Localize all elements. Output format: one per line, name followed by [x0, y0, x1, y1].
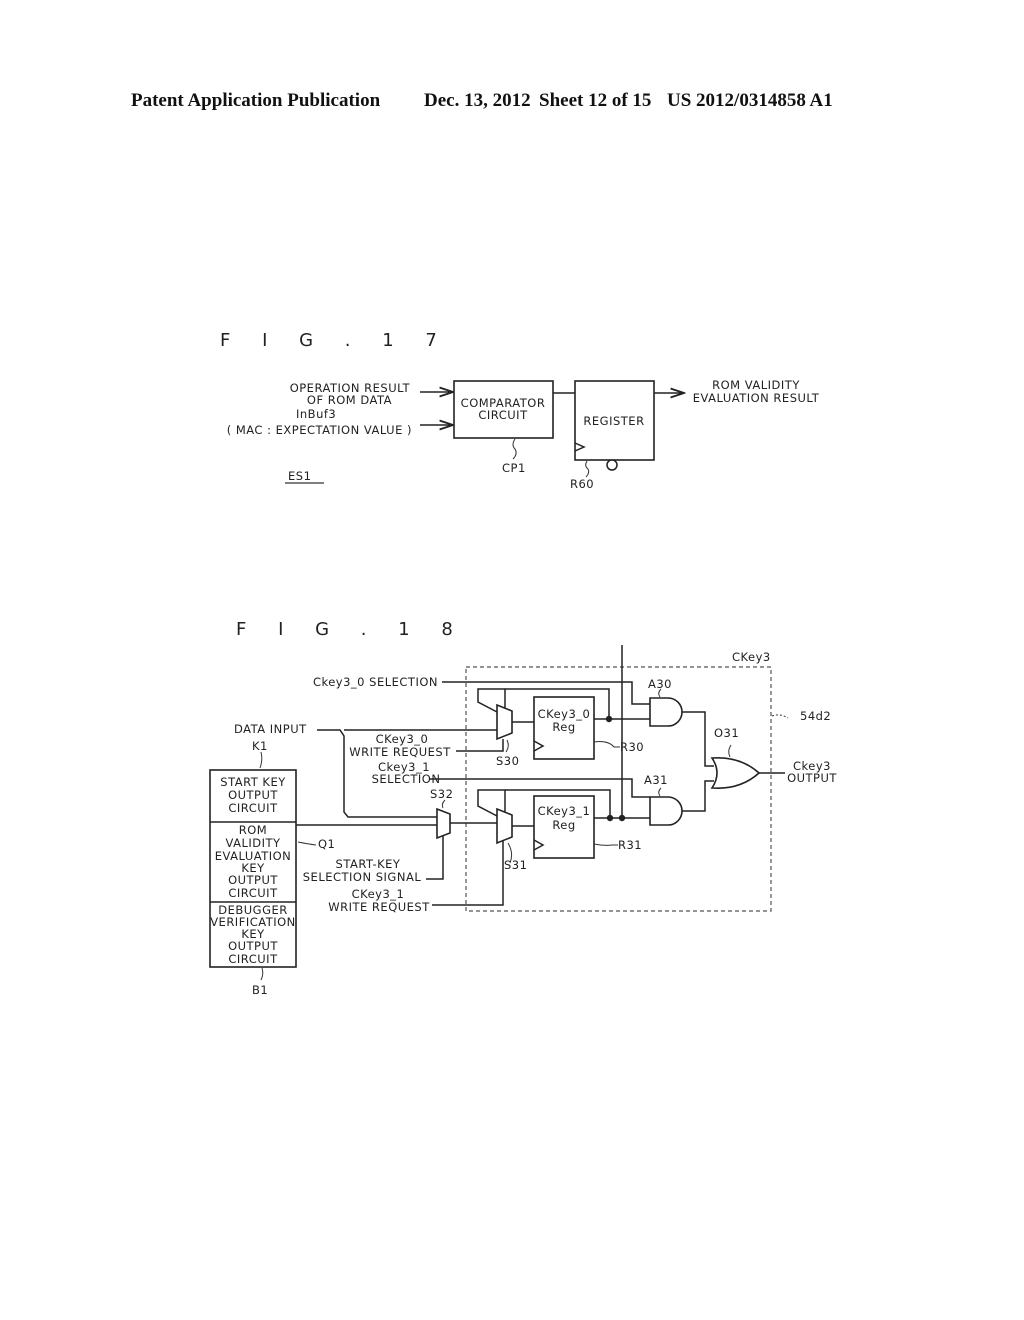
o31-leader	[728, 744, 732, 758]
fig17-input2-label-2: ( MAC : EXPECTATION VALUE )	[227, 423, 412, 437]
cp1-leader	[512, 438, 517, 460]
debugger-circuit-label-4: OUTPUT	[228, 939, 278, 953]
wr0-wire	[456, 739, 504, 752]
ckey3-output-label-2: OUTPUT	[787, 771, 837, 785]
wr0-label-2: WRITE REQUEST	[349, 745, 451, 759]
fig18-title: F I G . 1 8	[236, 619, 466, 640]
s30-leader	[505, 739, 509, 753]
cp1-ref: CP1	[502, 461, 526, 475]
r30-ref: R30	[620, 740, 644, 754]
reg0-label-2: Reg	[552, 720, 575, 734]
fig17: F I G . 1 7 OPERATION RESULT OF ROM DATA…	[220, 330, 820, 491]
fig18: F I G . 1 8 CKey3 54d2 Ckey3_0 SELECTION…	[209, 619, 837, 997]
s32-mux	[436, 807, 451, 840]
junction-dot	[606, 814, 614, 822]
start-key-circuit-label: START KEY	[220, 775, 286, 789]
fig17-input2-label: InBuf3	[296, 407, 336, 421]
startkey-sel-wire	[426, 836, 444, 880]
s30-mux	[496, 703, 513, 741]
block-id-ref: 54d2	[800, 709, 831, 723]
fig17-title: F I G . 1 7	[220, 330, 450, 351]
a31-to-o31	[682, 780, 714, 812]
es1-ref: ES1	[288, 469, 311, 483]
junction-dot	[605, 715, 613, 723]
rom-validity-circuit-label-2: VALIDITY	[225, 836, 281, 850]
rom-validity-circuit-label-5: OUTPUT	[228, 873, 278, 887]
wr1-label: CKey3_1	[352, 887, 405, 901]
r30-leader	[593, 741, 620, 748]
rom-validity-circuit-label-6: CIRCUIT	[228, 886, 278, 900]
wr1-label-2: WRITE REQUEST	[328, 900, 430, 914]
54d2-leader	[771, 714, 789, 719]
b1-ref: B1	[252, 983, 268, 997]
a30-to-o31	[682, 711, 714, 767]
register-label: REGISTER	[583, 414, 644, 428]
register-reset-bubble-icon	[606, 459, 618, 471]
o31-ref: O31	[714, 726, 739, 740]
b1-leader	[260, 967, 264, 981]
sel1-wire	[430, 778, 650, 798]
reg1-label-2: Reg	[552, 818, 575, 832]
k1-leader	[259, 751, 263, 769]
start-key-circuit-label-2: OUTPUT	[228, 788, 278, 802]
r31-leader	[593, 843, 618, 846]
wr0-label: CKey3_0	[376, 732, 429, 746]
a31-and-gate	[649, 796, 683, 826]
fig17-input1-label-2: OF ROM DATA	[307, 393, 392, 407]
s31-mux	[496, 807, 513, 845]
ckey3-block-boundary	[465, 666, 772, 912]
r60-ref: R60	[570, 477, 594, 491]
a31-ref: A31	[644, 773, 668, 787]
a31-leader	[658, 787, 662, 797]
r60-leader	[585, 460, 590, 478]
s30-ref: S30	[496, 754, 519, 768]
s32-ref: S32	[430, 787, 453, 801]
q1-ref: Q1	[318, 837, 335, 851]
q1-leader	[297, 841, 317, 846]
o31-or-gate	[710, 756, 761, 790]
ckey3-block-ref: CKey3	[732, 650, 771, 664]
startkey-sel-label-2: SELECTION SIGNAL	[303, 870, 422, 884]
patent-figures: F I G . 1 7 OPERATION RESULT OF ROM DATA…	[209, 330, 837, 997]
fig17-output-label: ROM VALIDITY	[712, 378, 800, 392]
s31-ref: S31	[504, 858, 527, 872]
sel0-label: Ckey3_0 SELECTION	[313, 675, 438, 689]
reg0-label: CKey3_0	[538, 707, 591, 721]
startkey-sel-label: START-KEY	[336, 857, 401, 871]
start-key-circuit-label-3: CIRCUIT	[228, 801, 278, 815]
a30-ref: A30	[648, 677, 672, 691]
fig17-output-label-2: EVALUATION RESULT	[693, 391, 820, 405]
junction-dot	[618, 814, 626, 822]
data-input-label: DATA INPUT	[234, 722, 307, 736]
comparator-label-2: CIRCUIT	[478, 408, 528, 422]
r31-ref: R31	[618, 838, 642, 852]
a30-and-gate	[649, 697, 683, 727]
rom-validity-circuit-label: ROM	[239, 823, 267, 837]
reg1-label: CKey3_1	[538, 804, 591, 818]
k1-ref: K1	[252, 739, 268, 753]
debugger-circuit-label-5: CIRCUIT	[228, 952, 278, 966]
s32-leader	[441, 799, 446, 809]
